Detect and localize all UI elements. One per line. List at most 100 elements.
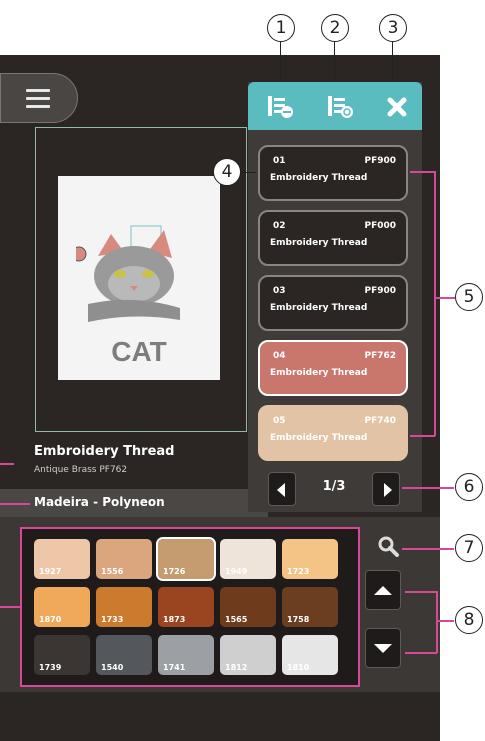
callout-3: 3 [379,14,407,42]
swatch-code: 1949 [225,567,248,576]
color-swatch[interactable]: 1723 [282,539,338,579]
thread-item[interactable]: 04 PF762 Embroidery Thread [258,340,408,396]
swatch-code: 1810 [287,663,310,672]
search-icon[interactable] [377,535,399,557]
color-swatch[interactable]: 1556 [96,539,152,579]
color-swatch[interactable]: 1810 [282,635,338,675]
callout-line-1 [280,42,281,80]
left-pointer-2 [0,503,30,505]
color-swatch[interactable]: 1758 [282,587,338,627]
callout-2: 2 [321,14,349,42]
selected-thread-detail: Antique Brass PF762 [34,465,128,475]
bracket-8-bottom [405,652,437,654]
scroll-up-button[interactable] [365,570,401,610]
arrow-left-icon [277,483,285,497]
bracket-8-pointer [437,620,454,622]
callout-line-3 [392,42,393,80]
color-swatch[interactable]: 1870 [34,587,90,627]
thread-item[interactable]: 01 PF900 Embroidery Thread [258,145,408,201]
swatch-code: 1726 [163,567,186,576]
thread-label: Embroidery Thread [270,303,368,313]
scroll-down-button[interactable] [365,628,401,668]
thread-label: Embroidery Thread [270,173,368,183]
thread-code: PF900 [364,286,396,296]
next-page-button[interactable] [372,472,400,506]
callout-5: 5 [455,283,483,311]
color-swatch[interactable]: 1949 [220,539,276,579]
thread-number: 03 [273,286,286,296]
color-swatch[interactable]: 1733 [96,587,152,627]
callout-7: 7 [455,534,483,562]
swatch-code: 1873 [163,615,186,624]
callout-line-7 [402,548,454,550]
menu-button[interactable] [0,73,78,123]
swatch-code: 1812 [225,663,248,672]
close-button[interactable] [382,92,412,120]
swatch-code: 1739 [39,663,62,672]
color-swatch[interactable]: 1873 [158,587,214,627]
thread-number: 02 [273,221,286,231]
thread-code: PF740 [364,416,396,426]
thread-pager: 1/3 [268,470,400,506]
callout-line-2 [334,42,335,80]
bracket-5-vertical [434,171,436,436]
color-swatch[interactable]: 1565 [220,587,276,627]
swatch-code: 1927 [39,567,62,576]
color-swatch[interactable]: 1927 [34,539,90,579]
swatch-code: 1540 [101,663,124,672]
preview-text: CAT [111,336,167,367]
thread-item[interactable]: 05 PF740 Embroidery Thread [258,405,408,461]
color-swatch[interactable]: 1726 [156,537,216,581]
swatch-code: 1723 [287,567,310,576]
color-swatch[interactable]: 1741 [158,635,214,675]
thread-list-icon [268,96,293,118]
bracket-5-top [410,171,435,173]
color-swatch[interactable]: 1739 [34,635,90,675]
thread-number: 05 [273,416,286,426]
swatch-code: 1733 [101,615,124,624]
thread-sort-button[interactable] [325,92,355,120]
thread-label: Embroidery Thread [270,368,368,378]
bracket-8-top [405,591,437,593]
thread-list-button[interactable] [265,92,295,120]
bracket-5-pointer [435,297,455,299]
thread-number: 04 [273,351,286,361]
thread-code: PF000 [364,221,396,231]
embroidery-preview: CAT [58,176,220,380]
arrow-down-icon [374,644,392,653]
thread-label: Embroidery Thread [270,238,368,248]
color-swatch[interactable]: 1812 [220,635,276,675]
menu-icon [26,89,50,109]
callout-4: 4 [213,158,241,186]
color-palette: 1927 1556 1726 1949 1723 1870 1733 1873 1565 1758… [20,527,360,687]
bracket-8-vertical [436,591,438,653]
callout-8: 8 [455,606,483,634]
thread-label: Embroidery Thread [270,433,368,443]
color-swatch[interactable]: 1540 [96,635,152,675]
close-icon [387,97,407,117]
selected-thread-name: Embroidery Thread [34,444,175,459]
arrow-up-icon [374,586,392,595]
thread-code: PF900 [364,156,396,166]
swatch-code: 1758 [287,615,310,624]
thread-code: PF762 [364,351,396,361]
callout-line-6 [402,487,454,489]
arrow-right-icon [384,483,392,497]
thread-item[interactable]: 02 PF000 Embroidery Thread [258,210,408,266]
callout-line-4 [240,172,256,173]
cat-embroidery-image [76,225,180,322]
callout-1: 1 [267,14,295,42]
swatch-code: 1741 [163,663,186,672]
thread-brand-label: Madeira - Polyneon [34,495,165,509]
prev-page-button[interactable] [268,472,296,506]
left-pointer-1 [0,463,14,465]
swatch-code: 1870 [39,615,62,624]
swatch-code: 1556 [101,567,124,576]
thread-sort-icon [328,96,353,118]
page-indicator: 1/3 [322,479,346,494]
toolbar [248,82,422,130]
swatch-code: 1565 [225,615,248,624]
thread-number: 01 [273,156,286,166]
thread-item[interactable]: 03 PF900 Embroidery Thread [258,275,408,331]
left-pointer-3 [0,606,20,608]
